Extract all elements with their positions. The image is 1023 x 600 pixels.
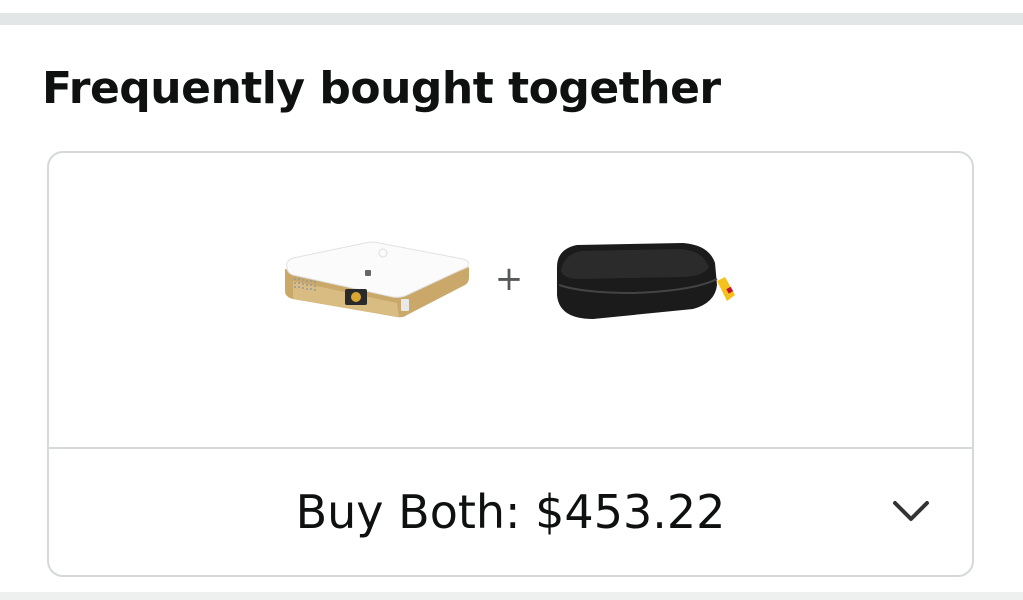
bottom-divider [0,592,1023,600]
plus-separator: + [494,259,524,299]
product-projector-image[interactable] [279,241,479,325]
buy-both-label: Buy Both: $453.22 [295,485,726,539]
bundle-images: + [49,153,972,448]
chevron-down-icon[interactable] [891,495,931,531]
section-title: Frequently bought together [42,63,721,114]
section-divider [0,13,1023,25]
buy-both-row[interactable]: Buy Both: $453.22 [49,449,972,575]
bundle-card: + Buy Both: $453.22 [47,151,974,577]
product-case-image[interactable] [553,241,753,325]
